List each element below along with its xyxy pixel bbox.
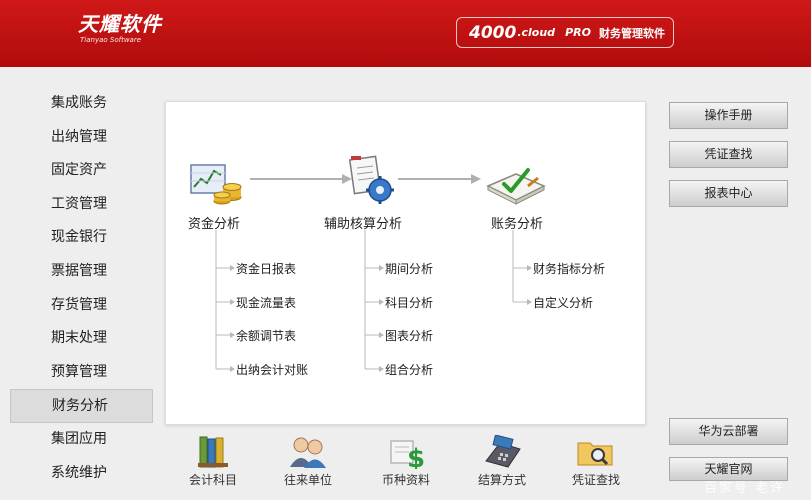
sidebar-item-inventory[interactable]: 存货管理: [10, 289, 153, 323]
sidebar-item-group[interactable]: 集团应用: [10, 423, 153, 457]
bottom-label-settlement: 结算方式: [477, 473, 526, 487]
link-combination-analysis[interactable]: 组合分析: [385, 361, 433, 378]
operation-manual-button[interactable]: 操作手册: [669, 102, 788, 129]
link-subject-analysis[interactable]: 科目分析: [385, 294, 433, 311]
link-balance-reconciliation[interactable]: 余额调节表: [236, 327, 296, 344]
sidebar-item-payroll[interactable]: 工资管理: [10, 188, 153, 222]
app-header: 天耀软件 Tianyao Software 4000 .cloud PRO 财务…: [0, 0, 811, 67]
product-name: 财务管理软件: [598, 26, 665, 40]
product-pro: PRO: [565, 26, 591, 39]
huawei-cloud-button[interactable]: 华为云部署: [669, 418, 788, 445]
node-ledger-analysis[interactable]: 账务分析: [491, 213, 543, 232]
link-custom-analysis[interactable]: 自定义分析: [533, 294, 593, 311]
bottom-item-settlement[interactable]: 结算方式: [462, 435, 542, 488]
link-cash-daily-report[interactable]: 资金日报表: [236, 260, 296, 277]
folder-search-icon: [577, 442, 613, 466]
app-logo: 天耀软件 Tianyao Software: [78, 12, 162, 44]
sidebar-item-period-end[interactable]: 期末处理: [10, 322, 153, 356]
sidebar-item-fixed-assets[interactable]: 固定资产: [10, 154, 153, 188]
bottom-label-voucher-query: 凭证查找: [571, 473, 620, 487]
sidebar-item-bills[interactable]: 票据管理: [10, 255, 153, 289]
watermark: 百家号 老许: [704, 481, 786, 496]
bottom-label-contacts: 往来单位: [283, 473, 332, 487]
product-badge: 4000 .cloud PRO 财务管理软件: [456, 17, 674, 48]
bottom-item-contacts[interactable]: 往来单位: [268, 435, 348, 488]
voucher-query-button[interactable]: 凭证查找: [669, 141, 788, 168]
logo-text: 天耀软件: [78, 12, 162, 36]
product-suffix: .cloud: [517, 26, 556, 39]
link-chart-analysis[interactable]: 图表分析: [385, 327, 433, 344]
logo-subtitle: Tianyao Software: [80, 36, 142, 44]
contacts-icon: [290, 437, 326, 468]
node-fund-analysis[interactable]: 资金分析: [188, 213, 240, 232]
bottom-label-accounting-subjects: 会计科目: [188, 473, 237, 487]
link-period-analysis[interactable]: 期间分析: [385, 260, 433, 277]
bottom-item-currency[interactable]: $ 币种资料: [366, 435, 446, 488]
bottom-item-voucher-query[interactable]: 凭证查找: [556, 435, 636, 488]
product-code: 4000: [469, 22, 517, 43]
bottom-label-currency: 币种资料: [381, 473, 430, 487]
sidebar-item-financial-analysis[interactable]: 财务分析: [10, 389, 153, 423]
sidebar-item-cashier[interactable]: 出纳管理: [10, 121, 153, 155]
link-financial-indicator-analysis[interactable]: 财务指标分析: [533, 260, 605, 277]
svg-text:$: $: [407, 444, 425, 469]
sidebar-item-budget[interactable]: 预算管理: [10, 356, 153, 390]
sidebar-item-cash-bank[interactable]: 现金银行: [10, 221, 153, 255]
card-terminal-icon: [485, 435, 521, 468]
gear-document-icon[interactable]: [348, 154, 398, 206]
currency-icon: $: [390, 440, 425, 469]
report-center-button[interactable]: 报表中心: [669, 180, 788, 207]
money-chart-icon[interactable]: [188, 157, 246, 207]
node-auxiliary-analysis[interactable]: 辅助核算分析: [324, 213, 402, 232]
link-cashier-accounting-check[interactable]: 出纳会计对账: [236, 361, 308, 378]
account-books-icon: [198, 436, 228, 468]
ledger-check-icon[interactable]: [482, 160, 548, 206]
bottom-item-accounting-subjects[interactable]: 会计科目: [173, 435, 253, 488]
sidebar-item-system-maintenance[interactable]: 系统维护: [10, 457, 153, 491]
sidebar: 集成账务 出纳管理 固定资产 工资管理 现金银行 票据管理 存货管理 期末处理 …: [10, 87, 153, 490]
sidebar-item-integrated-accounting[interactable]: 集成账务: [10, 87, 153, 121]
analysis-panel: 资金分析 资金日报表 现金流量表 余额调节表 出纳会计对账 辅助核算分析 期间分…: [165, 101, 646, 425]
link-cash-flow-statement[interactable]: 现金流量表: [236, 294, 296, 311]
